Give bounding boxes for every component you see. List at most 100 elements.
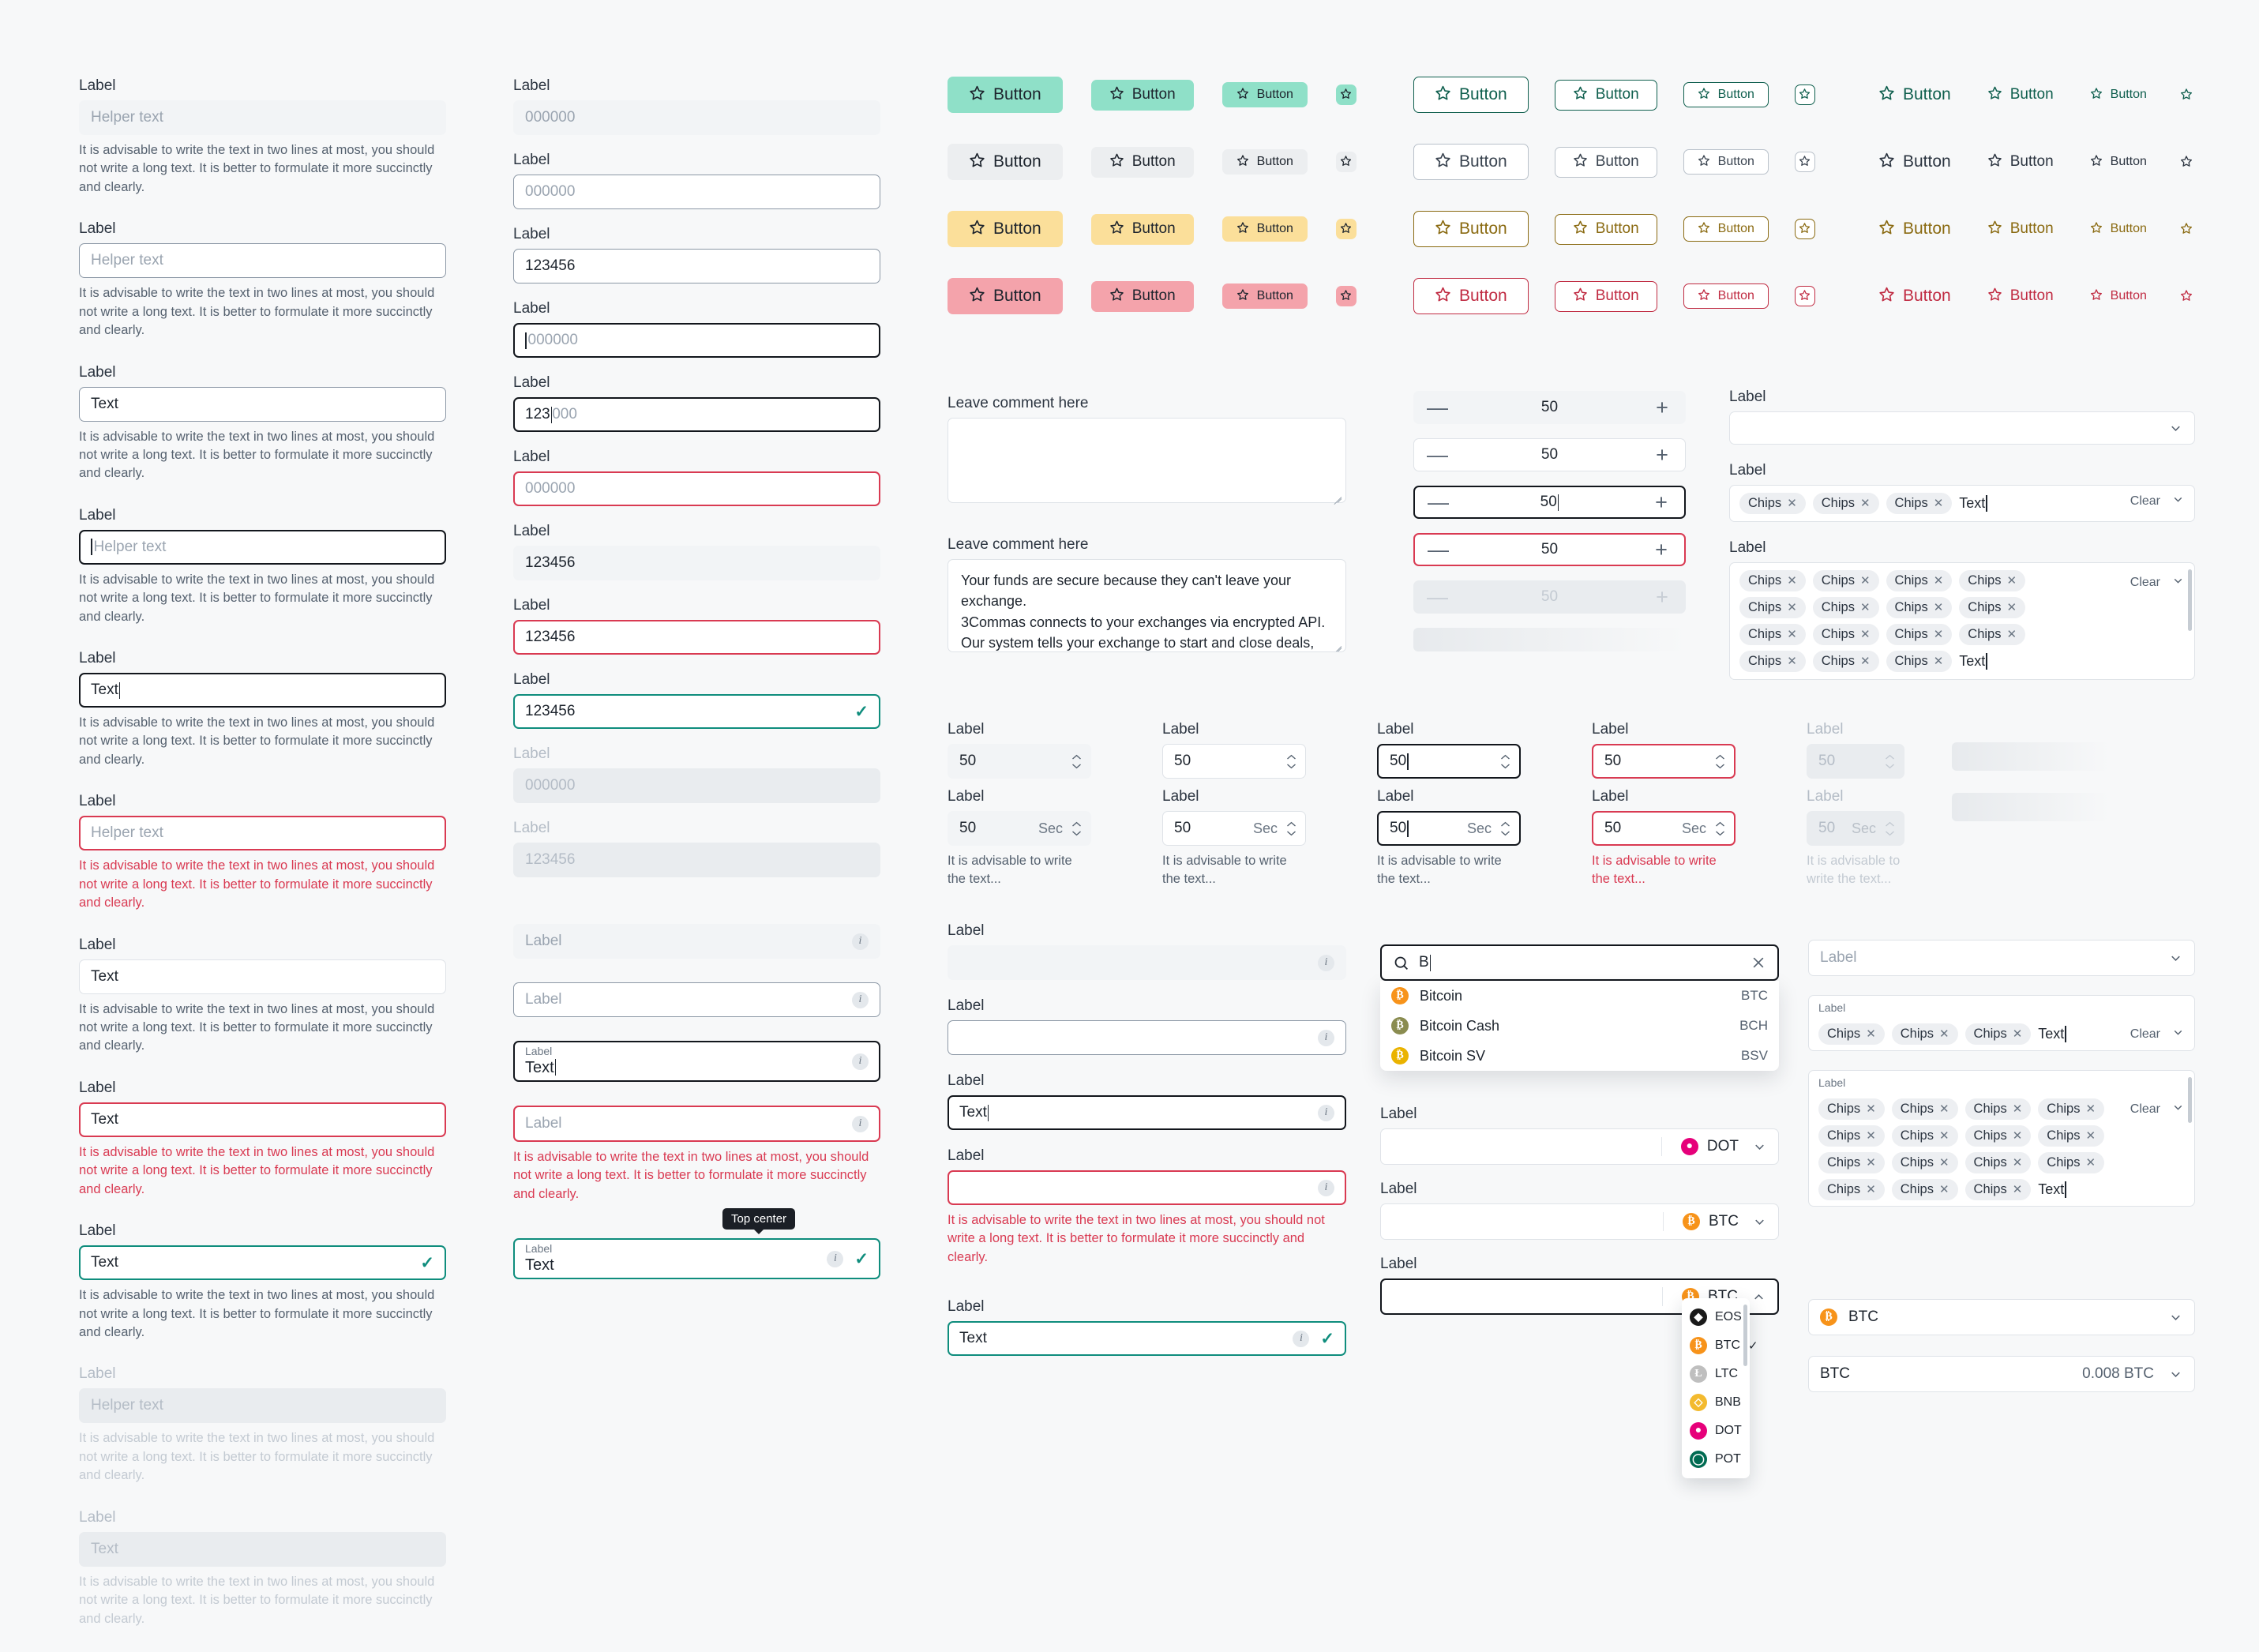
float-chips-select-single[interactable]: Label Chips ✕ Chips ✕ Chips ✕ Text Clear xyxy=(1808,995,2195,1051)
close-icon[interactable]: ✕ xyxy=(1787,497,1797,509)
button-outline-amber-large[interactable]: Button xyxy=(1413,211,1529,247)
close-icon[interactable]: ✕ xyxy=(1860,655,1871,667)
float-label-input[interactable]: Label i xyxy=(513,924,880,959)
number-input[interactable]: 000000 xyxy=(513,323,880,358)
button-text-green-small[interactable]: Button xyxy=(2083,82,2154,107)
button-text-red-small[interactable]: Button xyxy=(2083,283,2154,309)
button-outline-amber-icon[interactable] xyxy=(1794,219,1815,239)
plus-icon[interactable]: + xyxy=(1652,396,1672,419)
info-icon[interactable]: i xyxy=(1318,1104,1334,1121)
text-input[interactable]: Text xyxy=(79,386,446,422)
chevron-down-icon[interactable] xyxy=(2171,574,2185,591)
plus-icon[interactable]: + xyxy=(1651,491,1672,513)
number-input[interactable]: 123 000 xyxy=(513,397,880,432)
button-filled-red-medium[interactable]: Button xyxy=(1090,280,1194,312)
coin-menu-item[interactable]: ◇ BNB xyxy=(1682,1388,1750,1417)
close-icon[interactable]: ✕ xyxy=(1860,629,1871,640)
chevron-down-icon[interactable] xyxy=(2168,951,2183,966)
minus-icon[interactable]: — xyxy=(1427,396,1448,419)
button-outline-red-medium[interactable]: Button xyxy=(1554,280,1657,312)
number-input[interactable]: 000000 xyxy=(513,175,880,209)
close-icon[interactable]: ✕ xyxy=(1866,1157,1876,1169)
comment-textarea-filled[interactable]: Your funds are secure because they can't… xyxy=(948,559,1346,652)
scrollbar[interactable] xyxy=(2188,569,2192,631)
chip[interactable]: Chips ✕ xyxy=(1739,570,1806,591)
chips-select-single-row[interactable]: Chips ✕ Chips ✕ Chips ✕ Text Clear xyxy=(1729,485,2195,522)
comment-textarea-empty[interactable] xyxy=(948,418,1346,503)
button-text-green-icon[interactable] xyxy=(2176,84,2197,105)
chip[interactable]: Chips ✕ xyxy=(1812,570,1879,591)
button-filled-green-icon[interactable] xyxy=(1335,84,1357,105)
chip[interactable]: Chips ✕ xyxy=(1964,1125,2032,1147)
chip[interactable]: Chips ✕ xyxy=(1812,597,1879,618)
clear-label[interactable]: Clear xyxy=(2130,1027,2160,1042)
chip[interactable]: Chips ✕ xyxy=(2038,1098,2105,1120)
text-input[interactable]: Text xyxy=(79,959,446,994)
chevron-down-icon[interactable] xyxy=(2171,1026,2185,1043)
info-input[interactable]: i xyxy=(948,945,1346,980)
button-filled-gray-icon[interactable] xyxy=(1335,152,1357,172)
chevron-down-icon[interactable] xyxy=(2171,493,2185,510)
close-icon[interactable]: ✕ xyxy=(2013,1157,2023,1169)
coin-menu-item[interactable]: ◯ POT xyxy=(1682,1445,1750,1474)
button-text-red-large[interactable]: Button xyxy=(1871,278,1958,314)
chip[interactable]: Chips ✕ xyxy=(1812,493,1879,514)
number-spinner-with-unit[interactable]: 50 Sec xyxy=(1377,811,1521,846)
button-outline-gray-medium[interactable]: Button xyxy=(1554,146,1657,178)
stepper-error[interactable]: — 50 + xyxy=(1413,533,1686,566)
stepper-flat[interactable]: — 50 + xyxy=(1413,391,1686,424)
text-input[interactable]: Text ✓ xyxy=(79,1245,446,1281)
chip[interactable]: Chips ✕ xyxy=(1959,624,2026,645)
chevron-down-icon[interactable] xyxy=(2168,1367,2183,1382)
clear-control[interactable]: Clear xyxy=(2121,574,2185,591)
float-chips-select-multi[interactable]: Label Chips ✕ Chips ✕ Chips ✕ Chips ✕ Chips ✕… xyxy=(1808,1070,2195,1207)
chevron-down-icon[interactable] xyxy=(1752,1140,1767,1155)
chip[interactable]: Chips ✕ xyxy=(1812,624,1879,645)
search-input[interactable]: B xyxy=(1380,944,1779,981)
coin-select[interactable]: ● DOT xyxy=(1380,1128,1779,1165)
close-icon[interactable]: ✕ xyxy=(2013,1184,2023,1196)
close-icon[interactable]: ✕ xyxy=(2006,629,2017,640)
close-icon[interactable] xyxy=(1751,955,1766,971)
info-icon[interactable]: i xyxy=(1318,1179,1334,1196)
float-label-input[interactable]: Label Text i ✓ xyxy=(513,1238,880,1280)
close-icon[interactable]: ✕ xyxy=(1934,575,1944,587)
close-icon[interactable]: ✕ xyxy=(1939,1028,1949,1040)
info-icon[interactable]: i xyxy=(827,1250,844,1267)
clear-label[interactable]: Clear xyxy=(2130,576,2160,590)
chip[interactable]: Chips ✕ xyxy=(1964,1152,2032,1173)
number-spinner-with-unit[interactable]: 50 Sec xyxy=(948,811,1091,846)
chip[interactable]: Chips ✕ xyxy=(1964,1098,2032,1120)
scrollbar[interactable] xyxy=(2188,1077,2192,1123)
close-icon[interactable]: ✕ xyxy=(1787,629,1797,640)
float-empty-select[interactable]: Label xyxy=(1808,940,2195,976)
coin-menu-item[interactable]: ● DOT xyxy=(1682,1417,1750,1445)
chip[interactable]: Chips ✕ xyxy=(1739,597,1806,618)
chip[interactable]: Chips ✕ xyxy=(1959,570,2026,591)
minus-icon[interactable]: — xyxy=(1428,491,1449,513)
float-label-input[interactable]: Label i xyxy=(513,1106,880,1142)
button-outline-red-small[interactable]: Button xyxy=(1683,283,1769,309)
number-spinner[interactable]: 50 xyxy=(1592,744,1736,779)
chevron-down-icon[interactable] xyxy=(2168,421,2183,436)
text-input[interactable]: Text xyxy=(79,673,446,708)
stepper-focus[interactable]: — 50 + xyxy=(1413,486,1686,519)
button-outline-amber-medium[interactable]: Button xyxy=(1554,213,1657,245)
amount-select[interactable]: BTC 0.008 BTC xyxy=(1808,1356,2195,1392)
number-input[interactable]: 123456 ✓ xyxy=(513,694,880,729)
button-filled-red-icon[interactable] xyxy=(1335,286,1357,306)
chip[interactable]: Chips ✕ xyxy=(1964,1179,2032,1200)
spinner-arrows[interactable] xyxy=(1285,820,1297,837)
chip[interactable]: Chips ✕ xyxy=(2038,1125,2105,1147)
close-icon[interactable]: ✕ xyxy=(1934,629,1944,640)
chip[interactable]: Chips ✕ xyxy=(1818,1098,1885,1120)
number-spinner[interactable]: 50 xyxy=(1162,744,1306,779)
number-input[interactable]: 123456 xyxy=(513,620,880,655)
chevron-down-icon[interactable] xyxy=(1752,1215,1767,1230)
chip[interactable]: Chips ✕ xyxy=(1964,1023,2032,1045)
button-text-amber-medium[interactable]: Button xyxy=(1980,214,2061,245)
info-input[interactable]: i xyxy=(948,1020,1346,1055)
text-input[interactable]: Text xyxy=(79,1102,446,1137)
button-outline-gray-large[interactable]: Button xyxy=(1413,144,1529,180)
info-icon[interactable]: i xyxy=(852,933,869,950)
